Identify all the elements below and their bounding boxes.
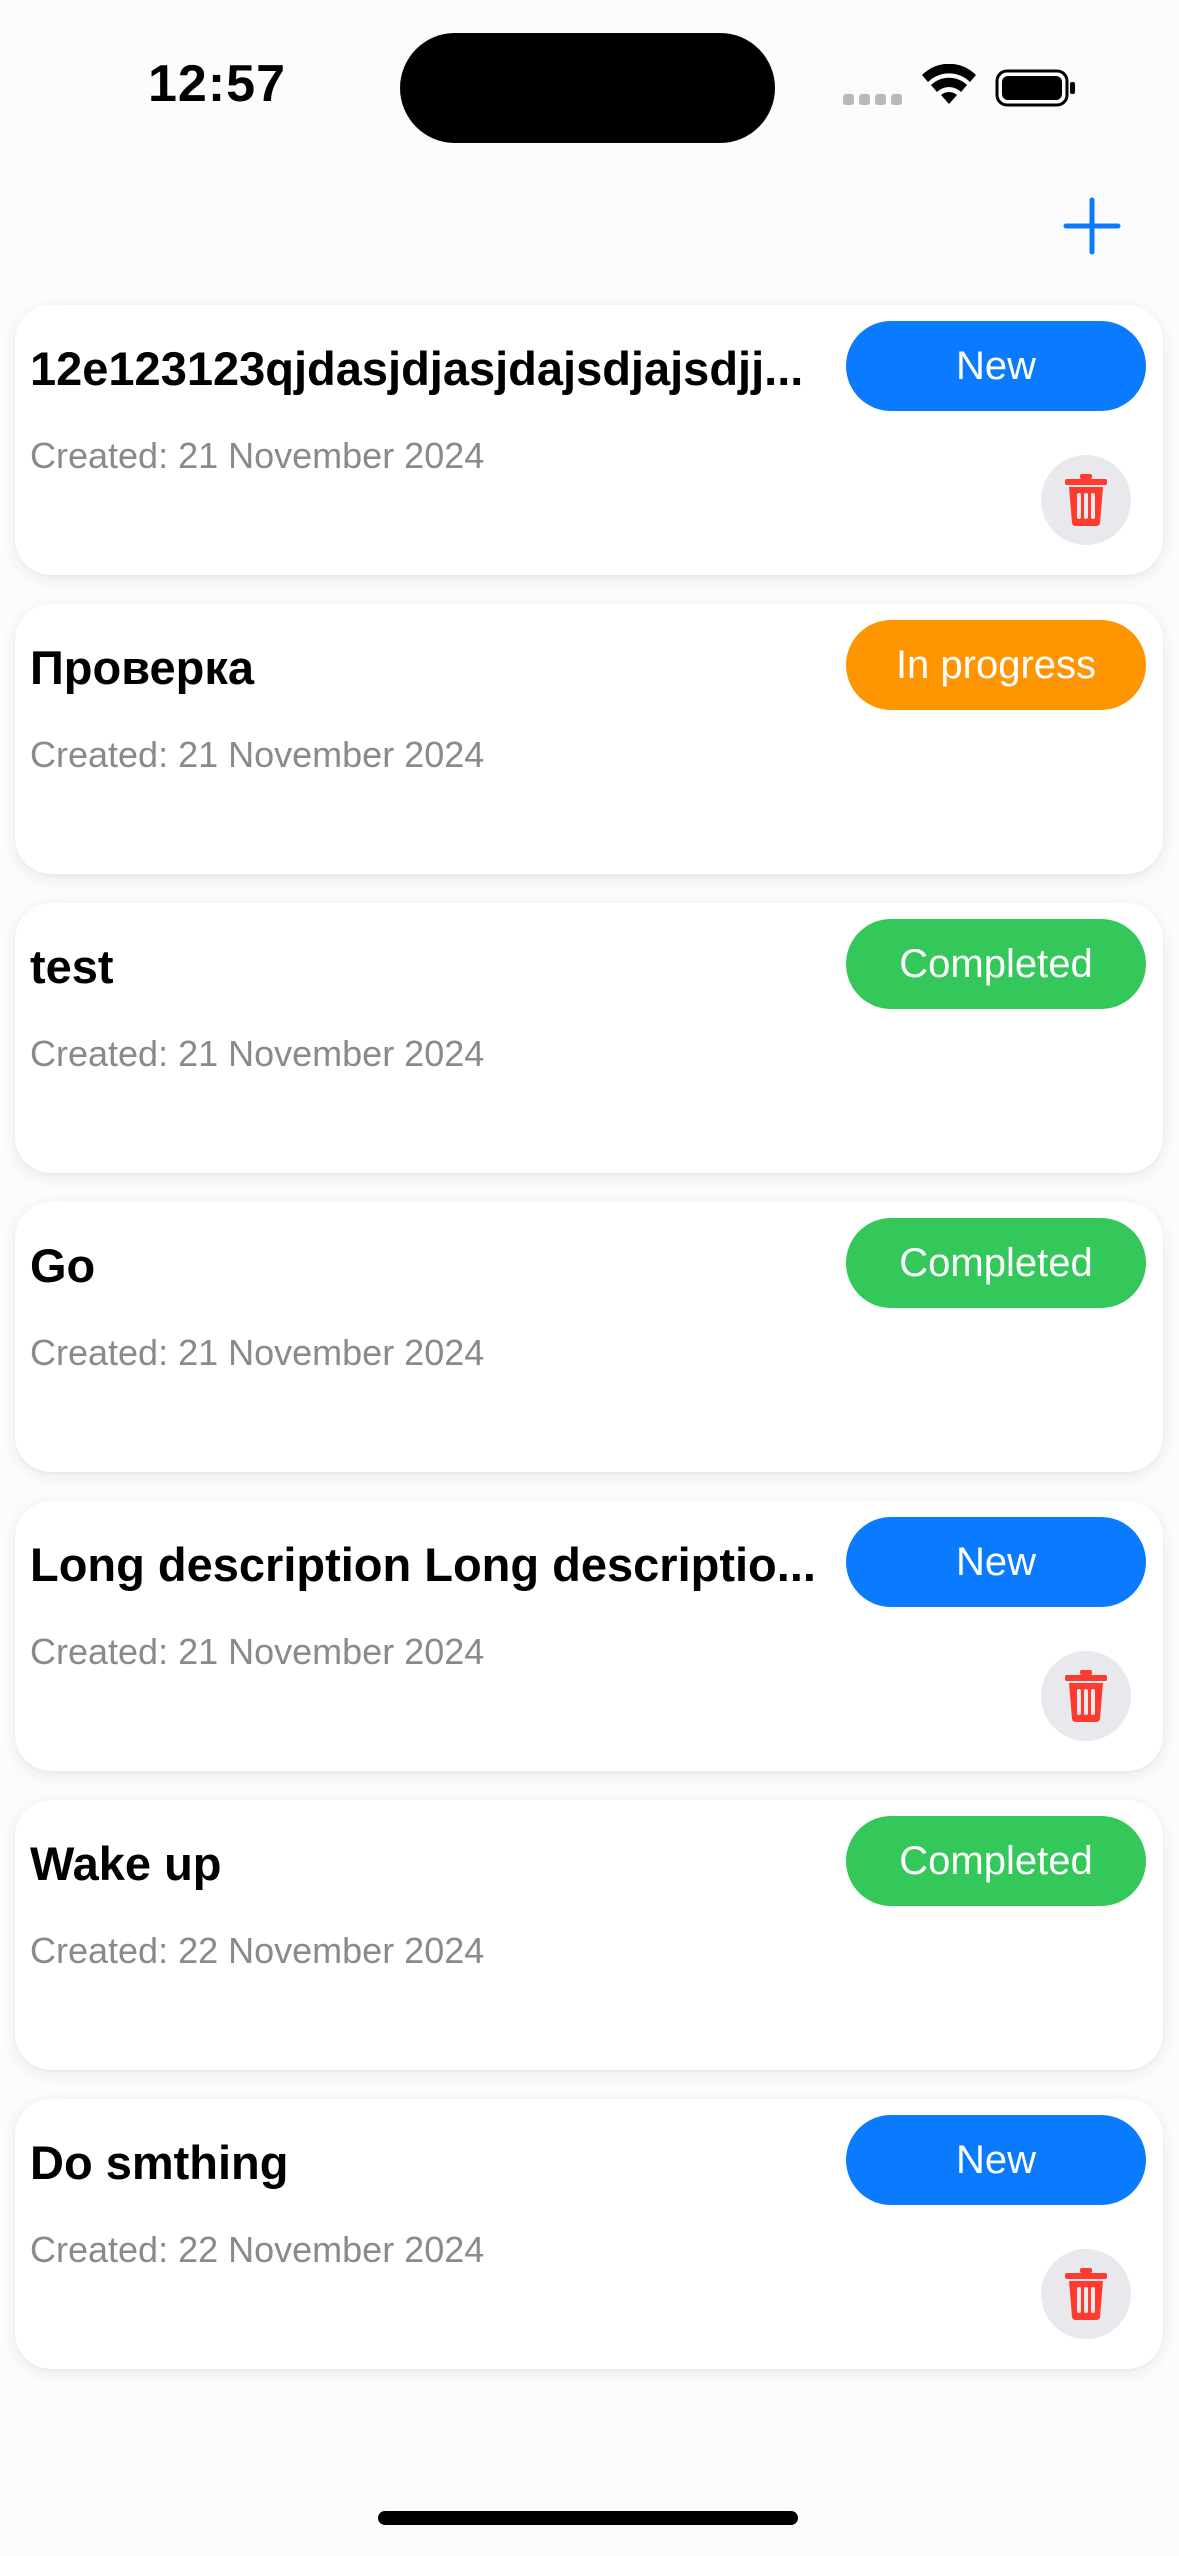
- battery-icon: [995, 69, 1075, 107]
- status-badge[interactable]: Completed: [846, 1816, 1146, 1906]
- home-indicator[interactable]: [378, 2511, 798, 2525]
- task-title: Wake up: [30, 1837, 222, 1890]
- delete-button[interactable]: [1041, 2249, 1131, 2339]
- task-card[interactable]: Long description Long descriptio... Crea…: [15, 1501, 1163, 1771]
- dynamic-island: [400, 33, 775, 143]
- task-title: Long description Long descriptio...: [30, 1538, 816, 1591]
- add-task-button[interactable]: [1062, 196, 1122, 256]
- task-created-date: Created: 21 November 2024: [30, 734, 485, 775]
- status-badge[interactable]: In progress: [846, 620, 1146, 710]
- status-badge[interactable]: New: [846, 1517, 1146, 1607]
- task-card[interactable]: Wake up Created: 22 November 2024 Comple…: [15, 1800, 1163, 2070]
- task-created-date: Created: 22 November 2024: [30, 1930, 485, 1971]
- task-created-date: Created: 21 November 2024: [30, 435, 485, 476]
- status-badge[interactable]: Completed: [846, 919, 1146, 1009]
- task-title: 12e123123qjdasjdjasjdajsdjajsdjj...: [30, 342, 804, 395]
- task-created-date: Created: 21 November 2024: [30, 1332, 485, 1373]
- task-card[interactable]: Do smthing Created: 22 November 2024 New: [15, 2099, 1163, 2369]
- task-title: Go: [30, 1239, 96, 1292]
- status-badge[interactable]: Completed: [846, 1218, 1146, 1308]
- task-card[interactable]: Проверка Created: 21 November 2024 In pr…: [15, 604, 1163, 874]
- status-badge[interactable]: New: [846, 2115, 1146, 2205]
- trash-icon: [1065, 1670, 1107, 1722]
- task-created-date: Created: 22 November 2024: [30, 2229, 485, 2270]
- task-card[interactable]: Go Created: 21 November 2024 Completed: [15, 1202, 1163, 1472]
- task-created-date: Created: 21 November 2024: [30, 1631, 485, 1672]
- task-card[interactable]: test Created: 21 November 2024 Completed: [15, 903, 1163, 1173]
- wifi-icon: [922, 64, 976, 104]
- status-time: 12:57: [148, 55, 286, 113]
- task-title: Do smthing: [30, 2136, 289, 2189]
- delete-button[interactable]: [1041, 455, 1131, 545]
- task-created-date: Created: 21 November 2024: [30, 1033, 485, 1074]
- status-badge[interactable]: New: [846, 321, 1146, 411]
- trash-icon: [1065, 474, 1107, 526]
- delete-button[interactable]: [1041, 1651, 1131, 1741]
- plus-icon: [1063, 197, 1121, 255]
- trash-icon: [1065, 2268, 1107, 2320]
- task-card[interactable]: 12e123123qjdasjdjasjdajsdjajsdjj... Crea…: [15, 305, 1163, 575]
- status-bar: 12:57: [0, 0, 1179, 170]
- task-list: 12e123123qjdasjdjasjdajsdjajsdjj... Crea…: [15, 305, 1163, 2398]
- task-title: test: [30, 940, 114, 993]
- task-title: Проверка: [30, 641, 254, 694]
- cellular-signal-icon: [843, 94, 903, 106]
